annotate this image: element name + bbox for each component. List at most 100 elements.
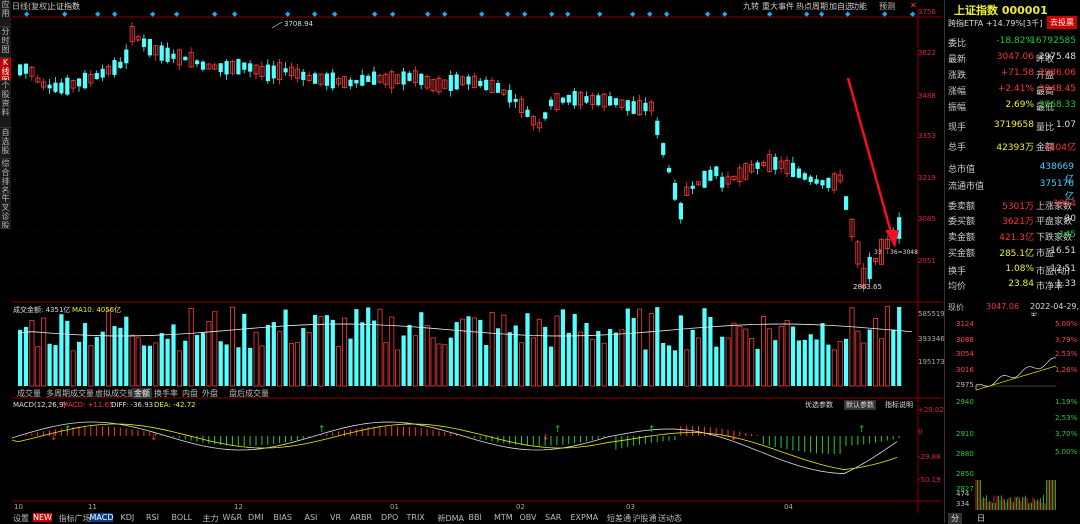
- indicator-tab[interactable]: 设置: [13, 513, 29, 524]
- volume-bar: [862, 343, 866, 386]
- left-tab[interactable]: 自选股: [0, 128, 11, 159]
- param-button[interactable]: 指标说明: [883, 400, 915, 410]
- volume-bar: [278, 332, 282, 386]
- indicator-tab[interactable]: 新DMA: [438, 513, 465, 524]
- mini-tab[interactable]: 分: [948, 513, 962, 524]
- indicator-tab[interactable]: VR: [330, 513, 341, 522]
- volume-tab[interactable]: 盘后成交量: [227, 388, 271, 399]
- indicator-tab[interactable]: 沪股通: [633, 513, 657, 524]
- mini-axis-right: 1.26%: [1055, 366, 1077, 374]
- volume-bar: [531, 338, 535, 386]
- volume-bar: [219, 341, 223, 386]
- volume-bar: [260, 346, 264, 386]
- volume-tab[interactable]: 内盘: [180, 388, 200, 399]
- indicator-tab[interactable]: ARBR: [350, 513, 372, 522]
- svg-text:◆: ◆: [479, 10, 485, 18]
- volume-bar: [673, 350, 677, 386]
- indicator-tab[interactable]: DMI: [248, 513, 263, 522]
- mini-axis-left: 3088: [956, 336, 974, 344]
- volume-tab[interactable]: 外盘: [200, 388, 220, 399]
- indicator-tab[interactable]: BIAS: [274, 513, 292, 522]
- macd-axis-label: 0: [918, 428, 922, 436]
- svg-text:◆: ◆: [24, 10, 30, 18]
- indicator-tab[interactable]: ASI: [305, 513, 318, 522]
- indicator-tab[interactable]: EXPMA: [571, 513, 599, 522]
- volume-bar: [449, 338, 453, 386]
- candle-body: [142, 38, 146, 47]
- volume-bar: [461, 319, 465, 386]
- indicator-tab[interactable]: RSI: [146, 513, 159, 522]
- price-axis-label: 3353: [918, 132, 936, 140]
- indicator-tab[interactable]: SAR: [545, 513, 561, 522]
- svg-text:◆: ◆: [62, 10, 68, 18]
- quote-row: 现手 3719658 量比 1.07: [948, 118, 1078, 134]
- mini-tab[interactable]: 日: [974, 513, 988, 524]
- volume-bar: [791, 327, 795, 386]
- volume-bar: [136, 338, 140, 386]
- param-button[interactable]: 优选参数: [803, 400, 835, 410]
- macd-value: MACD: +11.65: [62, 401, 113, 409]
- indicator-tab[interactable]: 主力: [203, 513, 219, 524]
- quote-value: 5301万: [988, 199, 1034, 212]
- indicator-tab[interactable]: MACD: [90, 513, 114, 522]
- indicator-tab[interactable]: BOLL: [172, 513, 193, 522]
- left-tab[interactable]: 牛叉诊股: [0, 194, 11, 229]
- indicator-tab[interactable]: 送动态: [658, 513, 682, 524]
- left-tab[interactable]: 综合排名: [0, 159, 11, 194]
- param-button[interactable]: 默认参数: [844, 400, 876, 410]
- svg-text:◆: ◆: [285, 10, 291, 18]
- candle-body: [449, 75, 453, 91]
- kline-chart[interactable]: ◆ ◆ ◆ ◆ ◆ ◆ ◆ ◆ ◆ ◆ ◆ ◆ ◆ ◆ ◆ ◆ ◆ ◆ ◆ ◆ ◆ ◆ ◆ ◆ ◆ ◆ ◆ ◆ ◆ ◆ ◆ ◆ ↓ ↑ ↓ ↑ ↓ ↑ ↑ ↓…: [12, 8, 942, 513]
- candle-body: [496, 83, 500, 93]
- volume-bar: [419, 312, 423, 386]
- svg-text:↓: ↓: [542, 433, 550, 443]
- left-tab[interactable]: 个股资料: [0, 81, 11, 128]
- etf-line[interactable]: 跨指ETFA +14.79%[3千]: [948, 18, 1042, 29]
- indicator-tab[interactable]: W&R: [223, 513, 243, 522]
- left-tab[interactable]: K线图: [0, 58, 11, 81]
- left-tab[interactable]: 应用: [0, 0, 11, 27]
- volume-bar: [48, 344, 52, 386]
- svg-text:◆: ◆: [332, 10, 338, 18]
- volume-bar: [891, 329, 895, 386]
- x-axis-month: 11: [88, 503, 97, 511]
- volume-tab[interactable]: 多周期成交量: [44, 388, 96, 399]
- volume-bar: [815, 339, 819, 386]
- volume-bar: [77, 342, 81, 386]
- volume-bar: [402, 336, 406, 386]
- volume-bar: [325, 315, 329, 386]
- svg-text:◆: ◆: [232, 10, 238, 18]
- volume-bar: [726, 338, 730, 386]
- volume-tab[interactable]: 换手率: [152, 388, 180, 399]
- volume-tab[interactable]: 成交量: [15, 388, 43, 399]
- candle-body: [407, 73, 411, 81]
- candle-body: [360, 75, 364, 86]
- volume-tab[interactable]: 金额: [132, 388, 152, 399]
- indicator-tab[interactable]: TRIX: [407, 513, 425, 522]
- indicator-tab[interactable]: 指标广场: [59, 513, 91, 524]
- candle-body: [643, 103, 647, 111]
- volume-bar: [714, 347, 718, 386]
- indicator-tab[interactable]: OBV: [520, 513, 537, 522]
- candle-body: [348, 80, 352, 87]
- volume-bar: [30, 321, 34, 386]
- indicator-tab[interactable]: KDJ: [121, 513, 135, 522]
- left-tab[interactable]: 分时图: [0, 27, 11, 58]
- quote-label: 最新: [948, 52, 966, 65]
- volume-bar: [166, 339, 170, 386]
- indicator-tab[interactable]: MTM: [494, 513, 513, 522]
- indicator-tab[interactable]: DPO: [381, 513, 398, 522]
- x-axis-month: 12: [234, 503, 243, 511]
- vote-button[interactable]: 去投票: [1047, 16, 1077, 29]
- candle-body: [667, 168, 671, 172]
- volume-bar: [820, 323, 824, 386]
- volume-bar: [502, 315, 506, 386]
- volume-bar: [53, 345, 57, 386]
- indicator-tab[interactable]: NEW: [33, 513, 52, 522]
- volume-tab[interactable]: 虚拟成交量: [93, 388, 137, 399]
- price-axis-label: 3085: [918, 215, 936, 223]
- volume-bar: [71, 351, 75, 386]
- indicator-tab[interactable]: 短差通: [607, 513, 631, 524]
- indicator-tab[interactable]: BBI: [469, 513, 482, 522]
- svg-text:◆: ◆: [425, 10, 431, 18]
